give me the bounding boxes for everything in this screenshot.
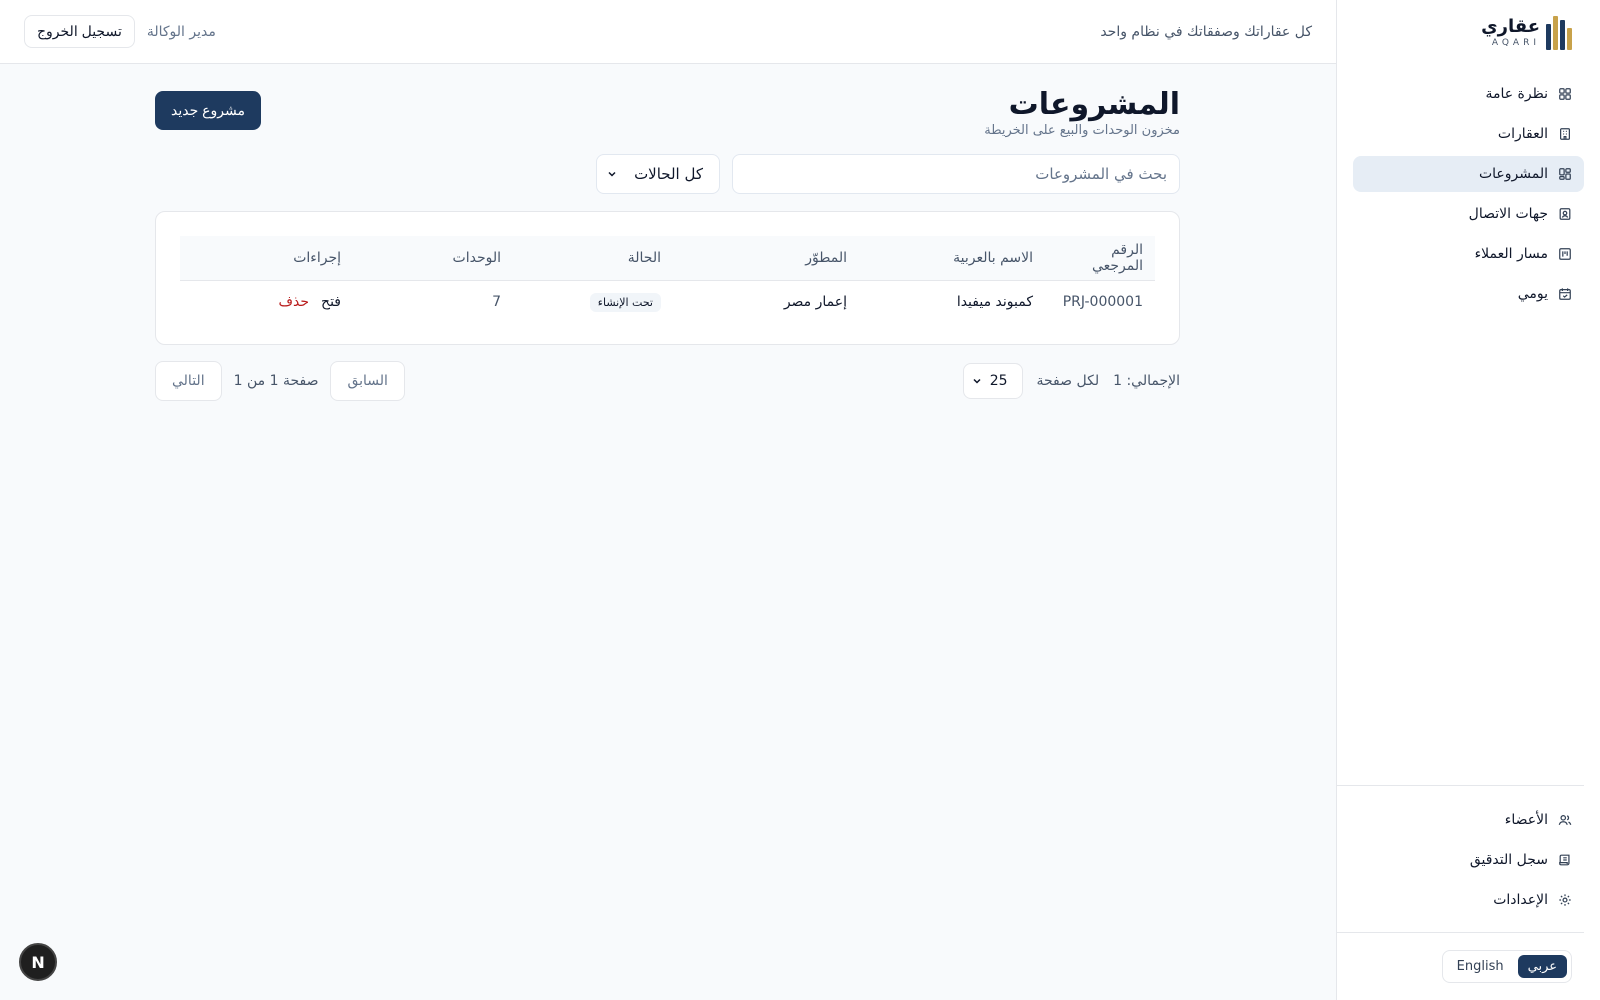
- lang-english-button[interactable]: English: [1447, 955, 1514, 978]
- chevron-down-icon: [607, 169, 617, 179]
- status-badge: تحت الإنشاء: [589, 292, 661, 312]
- filters-bar: كل الحالات: [155, 154, 1180, 194]
- sidebar-item-label: نظرة عامة: [1485, 86, 1548, 102]
- brand-name-ar: عقاري: [1481, 16, 1540, 37]
- col-header-actions: إجراءات: [293, 249, 341, 266]
- language-toggle: عربي English: [1441, 950, 1572, 983]
- chevron-down-icon: [972, 376, 982, 386]
- page-title: المشروعات: [1008, 87, 1180, 122]
- cell-name: كمبوند ميفيدا: [956, 294, 1033, 311]
- contact-card-icon: [1558, 207, 1572, 221]
- sidebar-item-contacts[interactable]: جهات الاتصال: [1353, 196, 1584, 232]
- brand-logo: [1546, 16, 1572, 50]
- col-header-name: الاسم بالعربية: [953, 249, 1033, 266]
- cell-actions: فتح حذف: [180, 280, 353, 324]
- gear-icon: [1558, 893, 1572, 907]
- sidebar-item-label: جهات الاتصال: [1468, 206, 1548, 222]
- sidebar-item-label: سجل التدقيق: [1469, 852, 1548, 868]
- sidebar-item-label: المشروعات: [1478, 166, 1548, 182]
- scroll-icon: [1558, 853, 1572, 867]
- cell-ref: PRJ-000001: [1062, 294, 1143, 311]
- projects-table-card: الرقم المرجعي الاسم بالعربية المطوّر الح…: [155, 211, 1180, 345]
- sidebar-item-pipeline[interactable]: مسار العملاء: [1353, 236, 1584, 272]
- cell-developer: إعمار مصر: [783, 294, 847, 311]
- page-subtitle: مخزون الوحدات والبيع على الخريطة: [984, 123, 1180, 138]
- language-switcher-area: عربي English: [1337, 932, 1584, 1000]
- logout-button[interactable]: تسجيل الخروج: [24, 15, 135, 48]
- dev-tools-badge[interactable]: N: [19, 943, 57, 981]
- main-content: المشروعات مخزون الوحدات والبيع على الخري…: [0, 64, 1336, 1000]
- search-input[interactable]: [732, 154, 1180, 194]
- table-row: PRJ-000001 كمبوند ميفيدا إعمار مصر تحت ا…: [180, 280, 1155, 324]
- top-header: كل عقاراتك وصفقاتك في نظام واحد تسجيل ال…: [0, 0, 1336, 64]
- pipeline-icon: [1558, 247, 1572, 261]
- cell-status: تحت الإنشاء: [513, 280, 673, 324]
- sidebar-item-audit-log[interactable]: سجل التدقيق: [1337, 842, 1584, 878]
- sidebar-item-label: يومي: [1517, 286, 1548, 302]
- prev-page-button[interactable]: السابق: [330, 361, 405, 401]
- sidebar-item-projects[interactable]: المشروعات: [1353, 156, 1584, 192]
- brand[interactable]: عقاري AQARI: [1337, 0, 1600, 66]
- sidebar-item-label: مسار العملاء: [1474, 246, 1548, 262]
- per-page-label: لكل صفحة: [1036, 373, 1100, 389]
- cell-units: 7: [492, 294, 501, 311]
- sidebar-item-label: الإعدادات: [1493, 892, 1548, 908]
- table-header-row: الرقم المرجعي الاسم بالعربية المطوّر الح…: [180, 236, 1155, 280]
- sidebar-item-daily[interactable]: يومي: [1353, 276, 1584, 312]
- status-filter-value: كل الحالات: [634, 165, 703, 183]
- n-logo-icon: N: [31, 952, 45, 972]
- sidebar-item-label: الأعضاء: [1504, 812, 1548, 828]
- sidebar-item-label: العقارات: [1497, 126, 1548, 142]
- pagination: الإجمالي: 1 لكل صفحة 25 السابق صفحة 1 من…: [155, 361, 1180, 401]
- brand-name-en: AQARI: [1491, 38, 1540, 48]
- tagline: كل عقاراتك وصفقاتك في نظام واحد: [1100, 23, 1312, 40]
- per-page-select[interactable]: 25: [962, 363, 1023, 399]
- status-filter-select[interactable]: كل الحالات: [596, 154, 720, 194]
- lang-arabic-button[interactable]: عربي: [1517, 955, 1567, 978]
- user-role: مدير الوكالة: [146, 23, 216, 40]
- sidebar-item-members[interactable]: الأعضاء: [1337, 802, 1584, 838]
- users-icon: [1558, 813, 1572, 827]
- grid-icon: [1558, 87, 1572, 101]
- sidebar-bottom-nav: الأعضاء سجل التدقيق الإعدادات: [1337, 785, 1584, 932]
- per-page-value: 25: [989, 373, 1008, 389]
- projects-table: الرقم المرجعي الاسم بالعربية المطوّر الح…: [180, 236, 1155, 324]
- delete-link[interactable]: حذف: [279, 294, 310, 310]
- col-header-status: الحالة: [627, 249, 661, 266]
- col-header-developer: المطوّر: [805, 249, 847, 266]
- total-count: الإجمالي: 1: [1113, 373, 1180, 389]
- sidebar-item-settings[interactable]: الإعدادات: [1337, 882, 1584, 918]
- sidebar-item-overview[interactable]: نظرة عامة: [1353, 76, 1584, 112]
- sidebar-item-properties[interactable]: العقارات: [1353, 116, 1584, 152]
- new-project-button[interactable]: مشروع جديد: [155, 91, 261, 130]
- next-page-button[interactable]: التالي: [155, 361, 222, 401]
- col-header-ref: الرقم المرجعي: [1091, 241, 1143, 274]
- sidebar: عقاري AQARI نظرة عامة العقارات المشروعات: [1336, 0, 1600, 1000]
- building-icon: [1558, 127, 1572, 141]
- calendar-icon: [1558, 287, 1572, 301]
- col-header-units: الوحدات: [452, 249, 501, 266]
- sidebar-nav: نظرة عامة العقارات المشروعات جهات الاتصا…: [1337, 66, 1600, 312]
- projects-icon: [1558, 167, 1572, 181]
- open-link[interactable]: فتح: [321, 294, 341, 310]
- page-info: صفحة 1 من 1: [233, 373, 319, 389]
